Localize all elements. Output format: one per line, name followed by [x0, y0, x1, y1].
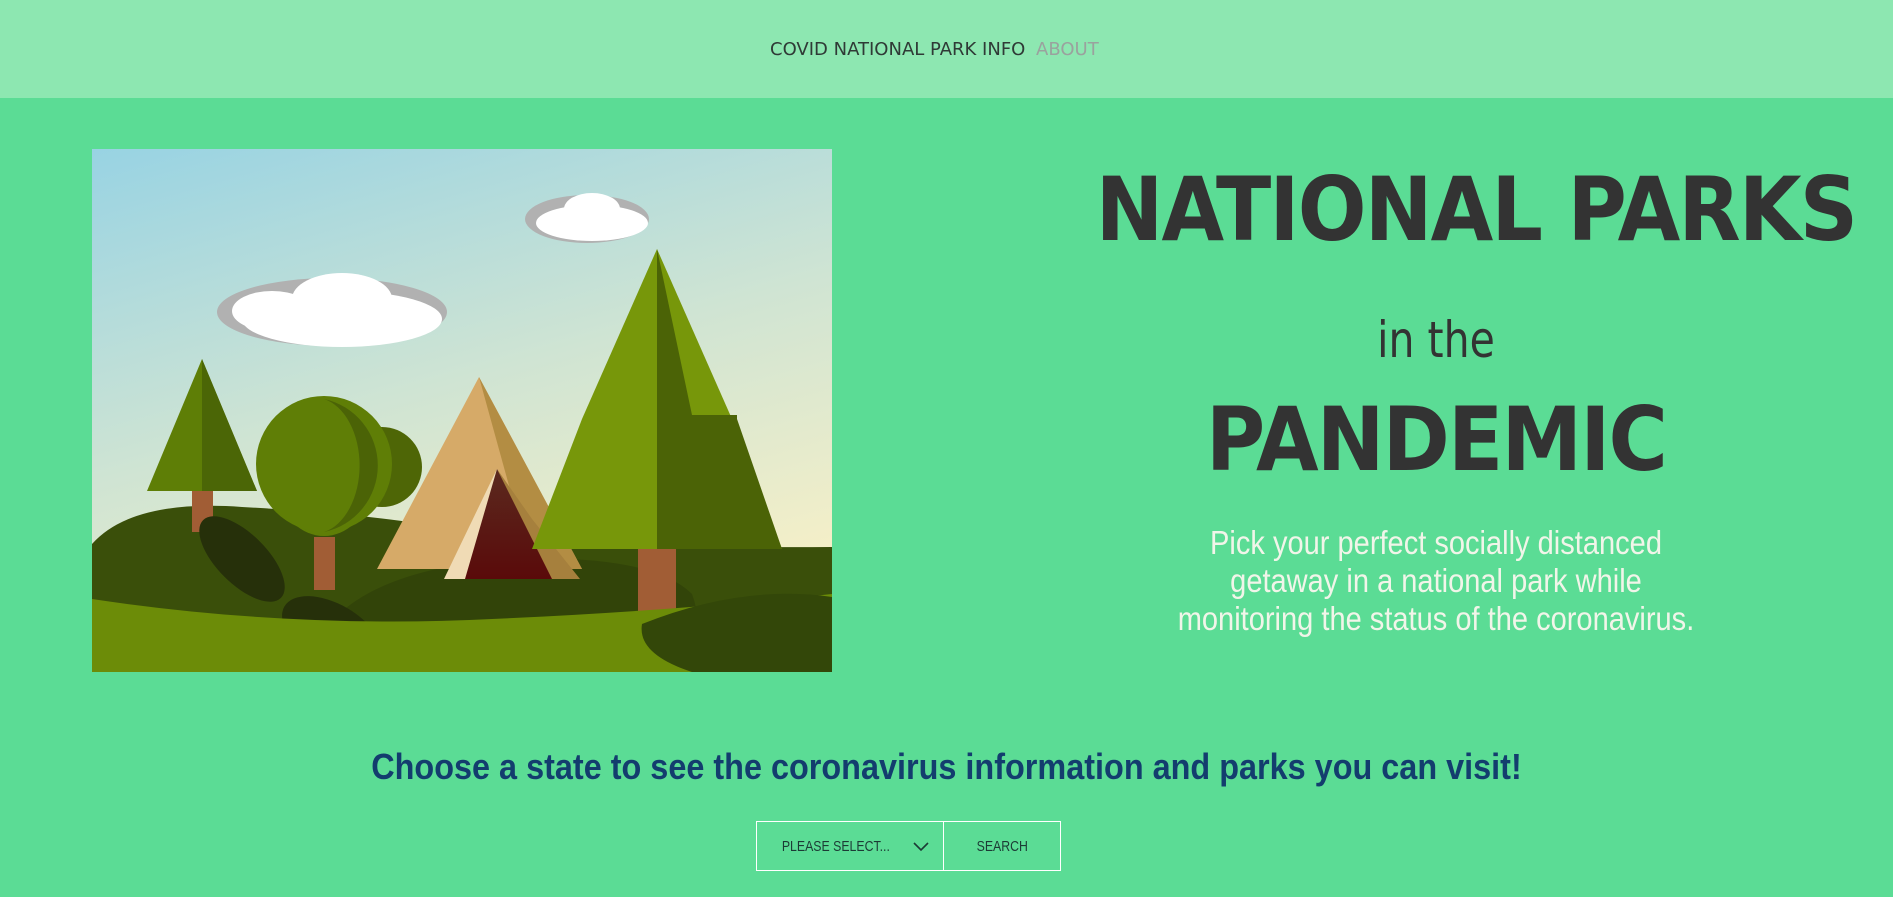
hero-title-line-2: in the [1377, 311, 1495, 369]
hero-title-line-1: NATIONAL PARKS [1095, 158, 1859, 261]
nav-link-home[interactable]: COVID NATIONAL PARK INFO [770, 38, 1025, 62]
search-button[interactable]: SEARCH [943, 821, 1061, 871]
search-button-label: SEARCH [976, 837, 1028, 855]
hero-title-line-3: PANDEMIC [1205, 388, 1668, 491]
state-search-prompt: Choose a state to see the coronavirus in… [371, 746, 1522, 787]
chevron-down-icon [913, 842, 929, 852]
hero-illustration [92, 149, 832, 672]
state-select-dropdown[interactable]: PLEASE SELECT... [756, 821, 944, 871]
nav-link-about[interactable]: ABOUT [1036, 38, 1099, 62]
state-select-label: PLEASE SELECT... [781, 837, 891, 855]
landscape-illustration [92, 149, 832, 672]
navbar: COVID NATIONAL PARK INFO ABOUT [0, 0, 1893, 98]
hero-tagline: Pick your perfect socially distanced get… [1177, 524, 1695, 637]
